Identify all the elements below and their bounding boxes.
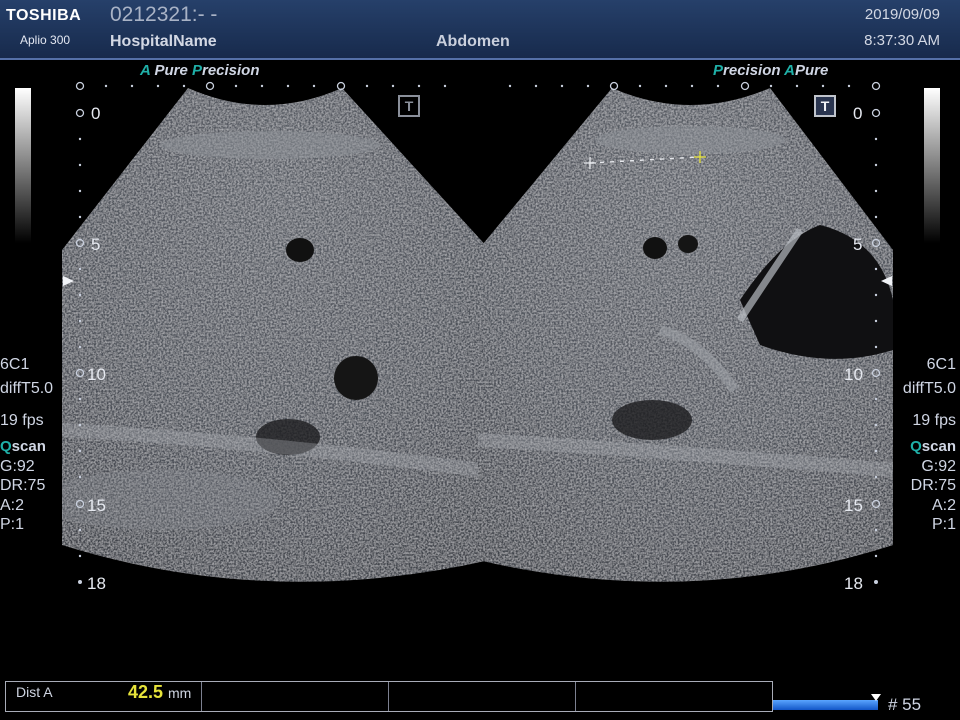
right-p: P:1 — [931, 516, 956, 533]
qscan-q: Q — [910, 438, 922, 455]
precision-text: recision — [723, 62, 785, 79]
apure-a: A — [784, 62, 795, 79]
qscan-text: scan — [921, 438, 956, 455]
left-depth-10: 10 — [87, 365, 106, 384]
measurement-cell-empty — [389, 682, 576, 711]
left-sector-image — [62, 88, 490, 582]
precision-text: recision — [201, 62, 260, 79]
qscan-q: Q — [0, 438, 12, 455]
left-a: A:2 — [0, 497, 25, 514]
left-gain: G:92 — [0, 458, 35, 475]
right-depth-15: 15 — [844, 496, 863, 515]
left-transducer-orientation-icon[interactable]: T — [398, 95, 420, 117]
left-dr: DR:75 — [0, 477, 46, 494]
top-dot-rows — [75, 81, 881, 91]
left-image-mode-label: A Pure Precision — [140, 62, 260, 79]
measurement-cell-empty — [576, 682, 770, 711]
right-grayscale-bar — [924, 88, 940, 243]
measurement-label: Dist A — [16, 684, 53, 700]
left-mode: diffT5.0 — [0, 380, 54, 397]
right-image-mode-label: Precision APure — [713, 62, 828, 79]
cine-frame-number: # 55 — [888, 695, 922, 714]
right-probe: 6C1 — [926, 356, 956, 373]
left-p: P:1 — [0, 516, 25, 533]
qscan-text: scan — [11, 438, 46, 455]
measurement-cell-empty — [202, 682, 389, 711]
cine-cursor-icon[interactable] — [871, 694, 881, 701]
right-depth-18: 18 — [844, 574, 863, 593]
left-fps: 19 fps — [0, 412, 44, 429]
apure-text: Pure — [150, 62, 192, 79]
measurement-unit: mm — [168, 685, 192, 701]
left-depth-18: 18 — [87, 574, 106, 593]
precision-p: P — [191, 62, 202, 79]
right-qscan: Qscan — [910, 437, 956, 457]
measurement-cell-dist-a[interactable]: Dist A 42.5 mm — [6, 682, 202, 711]
left-depth-0: 0 — [91, 104, 101, 123]
right-sector-image — [478, 88, 893, 582]
right-depth-10: 10 — [844, 365, 863, 384]
apure-a: A — [140, 62, 151, 79]
right-dr: DR:75 — [910, 477, 956, 494]
left-depth-15: 15 — [87, 496, 106, 515]
right-fps: 19 fps — [912, 412, 956, 429]
left-grayscale-bar — [15, 88, 31, 243]
measurement-value: 42.5 — [128, 682, 164, 702]
precision-p: P — [713, 62, 724, 79]
right-a: A:2 — [931, 497, 956, 514]
measurement-result-bar: Dist A 42.5 mm — [5, 681, 773, 712]
left-qscan: Qscan — [0, 437, 46, 457]
cine-progress-fill — [773, 700, 878, 710]
cine-progress-bar[interactable] — [773, 700, 878, 710]
apure-text: Pure — [795, 62, 829, 79]
right-transducer-orientation-icon[interactable]: T — [814, 95, 836, 117]
right-depth-0: 0 — [853, 104, 863, 123]
right-mode: diffT5.0 — [902, 380, 956, 397]
right-depth-5: 5 — [853, 235, 863, 254]
left-depth-5: 5 — [91, 235, 101, 254]
right-gain: G:92 — [921, 458, 956, 475]
left-probe: 6C1 — [0, 356, 30, 373]
